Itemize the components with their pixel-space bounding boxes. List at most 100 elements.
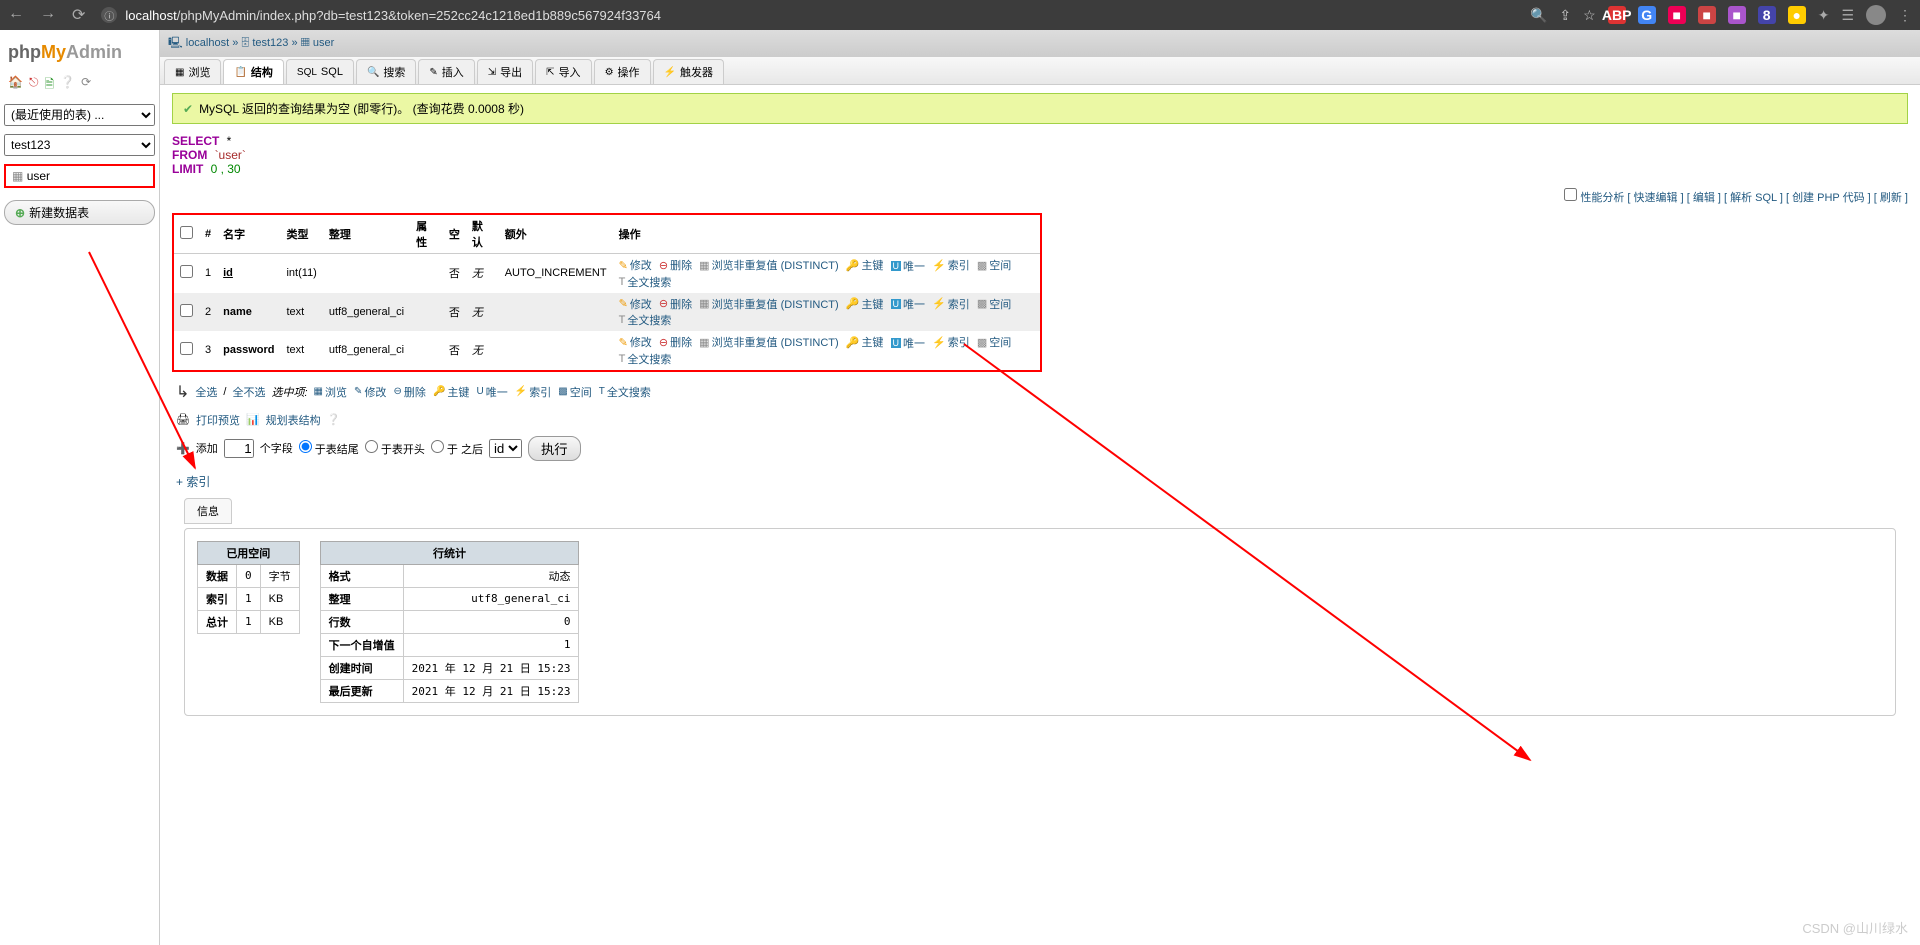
primary-link[interactable]: 🔑主键: [846, 334, 884, 350]
linkbar-link[interactable]: 解析 SQL: [1730, 192, 1777, 204]
abp-icon[interactable]: ABP: [1608, 6, 1626, 24]
after-column-select[interactable]: id: [489, 439, 522, 458]
fulltext-link[interactable]: T全文搜索: [619, 351, 672, 367]
linkbar-link[interactable]: 快速编辑: [1634, 192, 1678, 204]
help-icon[interactable]: ❔: [327, 413, 341, 426]
breadcrumb-server[interactable]: localhost: [186, 37, 229, 49]
tab-结构[interactable]: 📋结构: [223, 59, 283, 84]
bulk-空间[interactable]: ▩空间: [558, 384, 591, 400]
bulk-全文搜索[interactable]: T全文搜索: [599, 384, 651, 400]
bulk-修改[interactable]: ✎修改: [354, 384, 386, 400]
browse-distinct-link[interactable]: ▦浏览非重复值 (DISTINCT): [699, 334, 839, 350]
row-checkbox[interactable]: [180, 342, 193, 355]
tab-icon: 📋: [234, 67, 246, 78]
ext-icon[interactable]: ■: [1698, 6, 1716, 24]
browse-distinct-link[interactable]: ▦浏览非重复值 (DISTINCT): [699, 296, 839, 312]
drop-link[interactable]: ⊖删除: [659, 257, 692, 273]
database-select[interactable]: test123: [4, 134, 155, 156]
profiling-checkbox[interactable]: [1564, 188, 1577, 201]
pos-start-radio[interactable]: [365, 440, 378, 453]
browse-distinct-link[interactable]: ▦浏览非重复值 (DISTINCT): [699, 257, 839, 273]
address-bar[interactable]: ⓘ localhost/phpMyAdmin/index.php?db=test…: [101, 7, 1530, 23]
ext-icon[interactable]: ■: [1728, 6, 1746, 24]
tab-icon: ✎: [429, 67, 437, 78]
select-all-checkbox[interactable]: [180, 226, 193, 239]
bulk-索引[interactable]: ⚡索引: [515, 384, 551, 400]
breadcrumb-db[interactable]: test123: [252, 37, 288, 49]
fulltext-link[interactable]: T全文搜索: [619, 274, 672, 290]
index-link[interactable]: ⚡索引: [932, 257, 970, 273]
drop-link[interactable]: ⊖删除: [659, 296, 692, 312]
docs-icon[interactable]: ❔: [60, 75, 75, 96]
primary-link[interactable]: 🔑主键: [846, 257, 884, 273]
linkbar-link[interactable]: 刷新: [1880, 192, 1902, 204]
go-button[interactable]: 执行: [528, 436, 581, 461]
index-section[interactable]: + 索引: [172, 465, 1908, 498]
ext-icon[interactable]: ■: [1668, 6, 1686, 24]
table-icon: ▦: [12, 169, 23, 183]
reading-list-icon[interactable]: ☰: [1841, 7, 1854, 24]
check-all-link[interactable]: 全选: [195, 384, 217, 400]
bulk-删除[interactable]: ⊖删除: [394, 384, 426, 400]
tab-触发器[interactable]: ⚡触发器: [653, 59, 724, 84]
tab-浏览[interactable]: ▦浏览: [164, 59, 221, 84]
forward-icon[interactable]: →: [40, 5, 56, 25]
tab-导出[interactable]: ⇲导出: [477, 59, 533, 84]
print-preview-link[interactable]: 打印预览: [196, 412, 240, 428]
bulk-唯一[interactable]: U唯一: [476, 384, 507, 400]
info-icon[interactable]: ⓘ: [101, 7, 117, 23]
spatial-link[interactable]: ▩空间: [977, 296, 1011, 312]
back-icon[interactable]: ←: [8, 5, 24, 25]
linkbar-link[interactable]: 编辑: [1693, 192, 1715, 204]
bulk-浏览[interactable]: ▦浏览: [314, 384, 347, 400]
add-count-input[interactable]: [224, 439, 254, 458]
index-link[interactable]: ⚡索引: [932, 296, 970, 312]
edit-link[interactable]: ✎修改: [619, 334, 652, 350]
unique-link[interactable]: U唯一: [891, 258, 926, 274]
tab-SQL[interactable]: SQLSQL: [286, 59, 354, 84]
share-icon[interactable]: ⇪: [1559, 7, 1571, 24]
tab-插入[interactable]: ✎插入: [418, 59, 474, 84]
new-table-button[interactable]: ⊕ 新建数据表: [4, 200, 155, 225]
row-stats-table: 行统计 格式动态整理utf8_general_ci行数0下一个自增值1创建时间2…: [320, 541, 580, 703]
schema-link[interactable]: 规划表结构: [266, 412, 321, 428]
tab-搜索[interactable]: 🔍搜索: [356, 59, 416, 84]
menu-icon[interactable]: ⋮: [1898, 7, 1912, 24]
row-checkbox[interactable]: [180, 304, 193, 317]
tab-操作[interactable]: ⚙操作: [594, 59, 651, 84]
spatial-link[interactable]: ▩空间: [977, 334, 1011, 350]
drop-link[interactable]: ⊖删除: [659, 334, 692, 350]
logout-icon[interactable]: ⎋: [29, 75, 39, 96]
recent-tables-select[interactable]: (最近使用的表) ...: [4, 104, 155, 126]
query-icon[interactable]: 🗎: [44, 75, 54, 96]
unique-link[interactable]: U唯一: [891, 335, 926, 351]
spatial-link[interactable]: ▩空间: [977, 257, 1011, 273]
row-checkbox[interactable]: [180, 265, 193, 278]
home-icon[interactable]: 🏠: [8, 75, 23, 96]
primary-link[interactable]: 🔑主键: [846, 296, 884, 312]
unique-link[interactable]: U唯一: [891, 296, 926, 312]
sidebar-table-user[interactable]: ▦ user: [4, 164, 155, 188]
star-icon[interactable]: ☆: [1583, 7, 1596, 24]
reload-icon[interactable]: ⟳: [72, 5, 85, 25]
translate-icon[interactable]: G: [1638, 6, 1656, 24]
avatar-icon[interactable]: [1866, 5, 1886, 25]
fulltext-link[interactable]: T全文搜索: [619, 312, 672, 328]
breadcrumb-table[interactable]: user: [313, 37, 334, 49]
pos-after-radio[interactable]: [431, 440, 444, 453]
pos-end-radio[interactable]: [299, 440, 312, 453]
ext-icon[interactable]: ●: [1788, 6, 1806, 24]
reload-nav-icon[interactable]: ⟳: [81, 75, 91, 96]
edit-link[interactable]: ✎修改: [619, 296, 652, 312]
ext-badge-icon[interactable]: 8: [1758, 6, 1776, 24]
search-icon[interactable]: 🔍: [1530, 7, 1547, 24]
info-tab[interactable]: 信息: [184, 498, 232, 524]
breadcrumb: 🖳 localhost » 🗄 test123 » ▦ user: [160, 30, 1920, 57]
extensions-icon[interactable]: ✦: [1818, 7, 1830, 24]
bulk-主键[interactable]: 🔑主键: [433, 384, 469, 400]
tab-导入[interactable]: ⇱导入: [535, 59, 591, 84]
linkbar-link[interactable]: 创建 PHP 代码: [1792, 192, 1865, 204]
uncheck-all-link[interactable]: 全不选: [232, 384, 265, 400]
index-link[interactable]: ⚡索引: [932, 334, 970, 350]
edit-link[interactable]: ✎修改: [619, 257, 652, 273]
